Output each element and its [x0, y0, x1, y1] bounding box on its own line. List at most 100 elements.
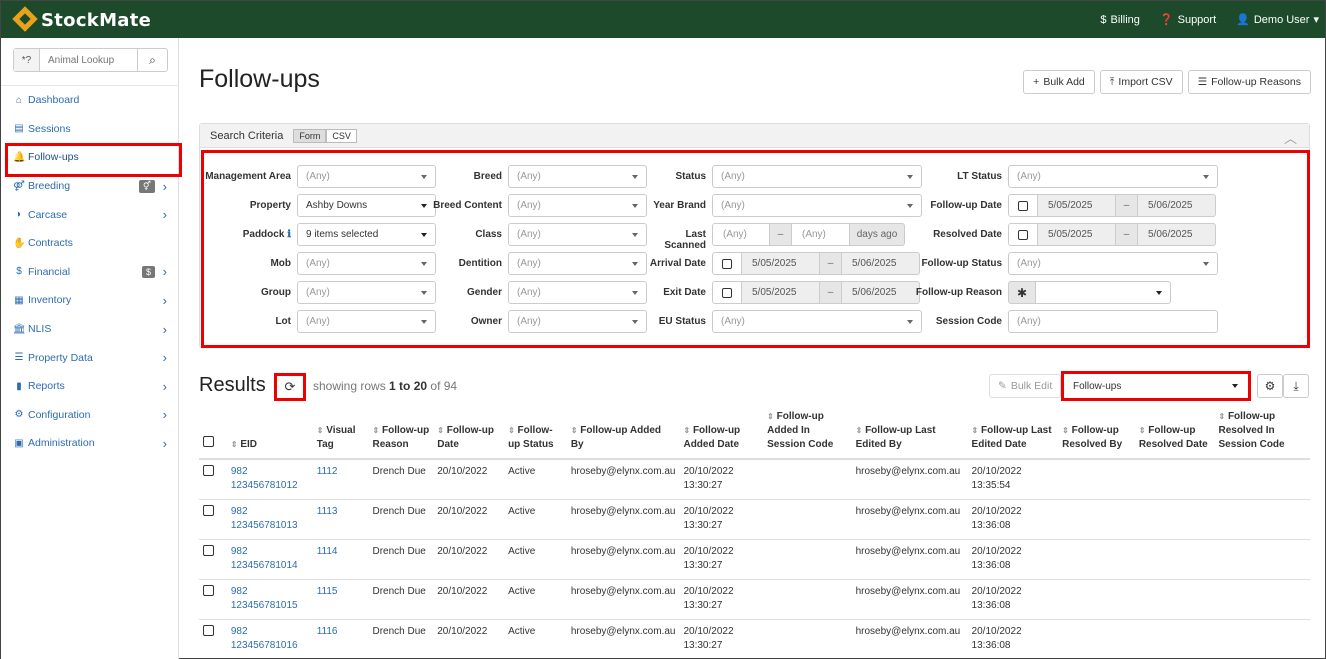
column-header[interactable]: ⇕ Follow-up Resolved In Session Code: [1214, 410, 1310, 460]
eid-link[interactable]: 982 123456781013: [231, 506, 298, 531]
eid-link[interactable]: 982 123456781012: [231, 466, 298, 491]
view-select[interactable]: Follow-ups: [1061, 371, 1251, 401]
follow-up-status-select[interactable]: (Any): [1008, 252, 1218, 275]
resolved-date-to[interactable]: 5/06/2025: [1138, 223, 1216, 246]
table-row[interactable]: 982 123456781016 1116 Drench Due 20/10/20…: [199, 619, 1310, 659]
bulk-edit-button[interactable]: ✎ Bulk Edit: [989, 374, 1062, 398]
sidebar-item-sessions[interactable]: ▤ Sessions: [1, 115, 179, 144]
column-header[interactable]: ⇕ Follow-up Added By: [566, 410, 680, 460]
exit-date-checkbox[interactable]: [712, 281, 742, 304]
management-area-select[interactable]: (Any): [297, 165, 436, 188]
resolved-date-from[interactable]: 5/05/2025: [1038, 223, 1116, 246]
column-header[interactable]: ⇕ Follow-up Reason: [368, 410, 434, 460]
wildcard-icon[interactable]: ✱: [1008, 281, 1036, 304]
sidebar-item-configuration[interactable]: ⚙ Configuration ›: [1, 401, 179, 430]
row-checkbox[interactable]: [203, 584, 214, 596]
search-button[interactable]: ⌕: [137, 49, 167, 71]
lt-status-select[interactable]: (Any): [1008, 165, 1218, 188]
row-checkbox[interactable]: [203, 504, 214, 516]
arrival-date-checkbox[interactable]: [712, 252, 742, 275]
settings-button[interactable]: ⚙: [1257, 374, 1283, 398]
table-row[interactable]: 982 123456781012 1112 Drench Due 20/10/20…: [199, 459, 1310, 500]
sidebar-item-property-data[interactable]: ☰ Property Data ›: [1, 343, 179, 372]
sidebar-item-carcase[interactable]: ◗ Carcase ›: [1, 200, 179, 229]
follow-up-reason-select[interactable]: [1036, 281, 1171, 304]
column-header[interactable]: ⇕ Visual Tag: [312, 410, 369, 460]
column-header[interactable]: ⇕ Follow-up Resolved By: [1058, 410, 1135, 460]
info-icon[interactable]: ℹ: [287, 229, 291, 240]
select-all-checkbox[interactable]: [203, 436, 214, 447]
animal-lookup-input[interactable]: [40, 49, 137, 71]
follow-up-reasons-button[interactable]: ☰ Follow-up Reasons: [1187, 70, 1311, 94]
refresh-button[interactable]: ⟳: [274, 373, 306, 401]
column-header[interactable]: ⇕ Follow-up Date: [433, 410, 505, 460]
session-code-input[interactable]: (Any): [1008, 310, 1218, 333]
column-header[interactable]: ⇕ Follow-up Resolved Date: [1134, 410, 1215, 460]
table-row[interactable]: 982 123456781015 1115 Drench Due 20/10/20…: [199, 579, 1310, 620]
collapse-icon[interactable]: ︿: [1284, 128, 1297, 147]
visual-tag-link[interactable]: 1112: [317, 466, 338, 477]
breed-select[interactable]: (Any): [508, 165, 647, 188]
dentition-select[interactable]: (Any): [508, 252, 647, 275]
visual-tag-link[interactable]: 1115: [317, 586, 338, 597]
column-header[interactable]: ⇕ Follow-up Added In Session Code: [763, 410, 852, 460]
follow-up-date-to[interactable]: 5/06/2025: [1138, 194, 1216, 217]
property-select[interactable]: Ashby Downs: [297, 194, 436, 217]
visual-tag-link[interactable]: 1116: [317, 626, 338, 637]
arrival-date-from[interactable]: 5/05/2025: [742, 252, 820, 275]
follow-up-date-from[interactable]: 5/05/2025: [1038, 194, 1116, 217]
visual-tag-link[interactable]: 1114: [317, 546, 338, 557]
eu-status-select[interactable]: (Any): [712, 310, 922, 333]
sidebar-item-breeding[interactable]: ⚤ Breeding ⚥ ›: [1, 172, 179, 201]
eid-link[interactable]: 982 123456781014: [231, 546, 298, 571]
column-header[interactable]: ⇕ Follow-up Last Edited By: [851, 410, 968, 460]
sidebar-item-follow-ups[interactable]: 🔔 Follow-ups: [1, 143, 182, 177]
column-header[interactable]: ⇕ Follow-up Added Date: [679, 410, 764, 460]
column-header[interactable]: ⇕ Follow-up Status: [504, 410, 567, 460]
sidebar-item-administration[interactable]: ▣ Administration ›: [1, 429, 179, 458]
eid-link[interactable]: 982 123456781016: [231, 626, 298, 651]
sidebar-item-dashboard[interactable]: ⌂ Dashboard: [1, 86, 179, 115]
exit-date-from[interactable]: 5/05/2025: [742, 281, 820, 304]
form-tab[interactable]: Form: [293, 128, 327, 143]
sidebar-item-inventory[interactable]: ▦ Inventory ›: [1, 286, 179, 315]
column-header[interactable]: ⇕ Follow-up Last Edited Date: [967, 410, 1059, 460]
owner-select[interactable]: (Any): [508, 310, 647, 333]
visual-tag-link[interactable]: 1113: [317, 506, 338, 517]
support-link[interactable]: ❓ Support: [1160, 13, 1216, 27]
import-csv-button[interactable]: ⤒ Import CSV: [1099, 70, 1183, 94]
bulk-add-button[interactable]: + Bulk Add: [1023, 70, 1095, 94]
row-checkbox[interactable]: [203, 624, 214, 636]
lookup-wildcard-button[interactable]: *?: [14, 49, 40, 71]
billing-link[interactable]: $ Billing: [1100, 14, 1139, 26]
group-select[interactable]: (Any): [297, 281, 436, 304]
stockmate-logo[interactable]: StockMate: [12, 6, 151, 34]
year-brand-select[interactable]: (Any): [712, 194, 922, 217]
follow-up-date-checkbox[interactable]: [1008, 194, 1038, 217]
download-button[interactable]: ⤓: [1283, 374, 1309, 398]
eid-link[interactable]: 982 123456781015: [231, 586, 298, 611]
table-row[interactable]: 982 123456781013 1113 Drench Due 20/10/20…: [199, 499, 1310, 540]
exit-date-to[interactable]: 5/06/2025: [842, 281, 920, 304]
paddock-select[interactable]: 9 items selected: [297, 223, 436, 246]
user-menu[interactable]: 👤 Demo User ▾: [1236, 13, 1319, 27]
search-criteria-header[interactable]: Search Criteria Form CSV ︿: [200, 124, 1309, 148]
status-select[interactable]: (Any): [712, 165, 922, 188]
row-checkbox[interactable]: [203, 465, 214, 476]
class-select[interactable]: (Any): [508, 223, 647, 246]
sidebar-item-financial[interactable]: $ Financial $ ›: [1, 258, 179, 287]
arrival-date-to[interactable]: 5/06/2025: [842, 252, 920, 275]
lot-select[interactable]: (Any): [297, 310, 436, 333]
resolved-date-checkbox[interactable]: [1008, 223, 1038, 246]
csv-tab[interactable]: CSV: [326, 128, 357, 143]
sidebar-item-contracts[interactable]: ✋ Contracts: [1, 229, 179, 258]
last-scanned-from[interactable]: (Any): [712, 223, 770, 246]
table-row[interactable]: 982 123456781014 1114 Drench Due 20/10/20…: [199, 539, 1310, 580]
sidebar-item-nlis[interactable]: 🏛 NLIS ›: [1, 315, 179, 344]
sidebar-item-reports[interactable]: ▮ Reports ›: [1, 372, 179, 401]
gender-select[interactable]: (Any): [508, 281, 647, 304]
last-scanned-to[interactable]: (Any): [792, 223, 850, 246]
column-header[interactable]: ⇕ EID: [226, 410, 313, 460]
mob-select[interactable]: (Any): [297, 252, 436, 275]
row-checkbox[interactable]: [203, 544, 214, 556]
